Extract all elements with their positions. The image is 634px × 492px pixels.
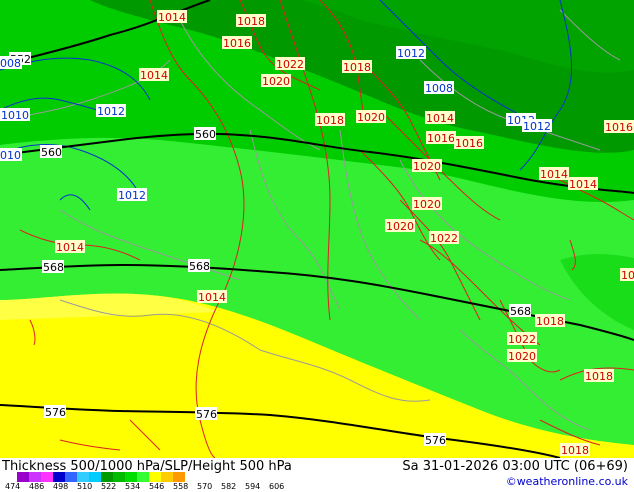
isobar-label: 1012: [523, 120, 551, 133]
color-swatch: [41, 472, 53, 482]
height-label: 576: [196, 408, 217, 421]
color-scale-ticks: 474 486 498 510 522 534 546 558 570 582 594 606: [0, 482, 634, 492]
isobar-label: 1014: [540, 168, 568, 181]
color-swatch: [173, 472, 185, 482]
height-label: 568: [510, 305, 531, 318]
color-swatch: [161, 472, 173, 482]
isobar-label: 1018: [343, 61, 371, 74]
isobar-label: 1010: [1, 109, 29, 122]
isobar-label: 1020: [413, 160, 441, 173]
isobar-label: 1020: [357, 111, 385, 124]
isobar-label: 10: [621, 269, 634, 282]
isobar-label: 1012: [97, 105, 125, 118]
isobar-label: 1014: [140, 69, 168, 82]
height-label: 576: [45, 406, 66, 419]
isobar-label: 1014: [158, 11, 186, 24]
isobar-label: 1016: [455, 137, 483, 150]
isobar-label: 1018: [316, 114, 344, 127]
isobar-label: 1020: [386, 220, 414, 233]
map-svg: 552 560 560 568 568 568 576 576 576 1014…: [0, 0, 634, 458]
isobar-label: 008: [0, 57, 21, 70]
color-swatch: [137, 472, 149, 482]
forecast-datetime: Sa 31-01-2026 03:00 UTC (06+69): [402, 459, 628, 474]
isobar-label: 1014: [198, 291, 226, 304]
height-label: 568: [43, 261, 64, 274]
color-swatch: [65, 472, 77, 482]
color-swatch: [29, 472, 41, 482]
isobar-label: 1018: [237, 15, 265, 28]
color-swatch: [113, 472, 125, 482]
map-footer: Thickness 500/1000 hPa/SLP/Height 500 hP…: [0, 458, 634, 492]
color-swatch: [53, 472, 65, 482]
height-label: 576: [425, 434, 446, 447]
isobar-label: 1012: [397, 47, 425, 60]
weather-map: 552 560 560 568 568 568 576 576 576 1014…: [0, 0, 634, 458]
isobar-label: 1022: [276, 58, 304, 71]
color-swatch: [125, 472, 137, 482]
isobar-label: 1022: [430, 232, 458, 245]
color-swatch: [101, 472, 113, 482]
isobar-label: 1020: [508, 350, 536, 363]
isobar-label: 1018: [536, 315, 564, 328]
isobar-label: 1014: [56, 241, 84, 254]
isobar-label: 1014: [426, 112, 454, 125]
color-scale: [17, 472, 185, 482]
isobar-label: 1018: [561, 444, 589, 457]
isobar-label: 010: [0, 149, 21, 162]
height-label: 568: [189, 260, 210, 273]
isobar-label: 1020: [262, 75, 290, 88]
isobar-label: 1016: [427, 132, 455, 145]
color-swatch: [149, 472, 161, 482]
isobar-label: 1018: [585, 370, 613, 383]
color-swatch: [77, 472, 89, 482]
isobar-label: 1008: [425, 82, 453, 95]
color-swatch: [17, 472, 29, 482]
isobar-label: 1014: [569, 178, 597, 191]
isobar-label: 1012: [118, 189, 146, 202]
isobar-label: 1022: [508, 333, 536, 346]
color-swatch: [89, 472, 101, 482]
isobar-label: 1016: [223, 37, 251, 50]
isobar-label: 1016: [605, 121, 633, 134]
height-label: 560: [195, 128, 216, 141]
isobar-label: 1020: [413, 198, 441, 211]
height-label: 560: [41, 146, 62, 159]
